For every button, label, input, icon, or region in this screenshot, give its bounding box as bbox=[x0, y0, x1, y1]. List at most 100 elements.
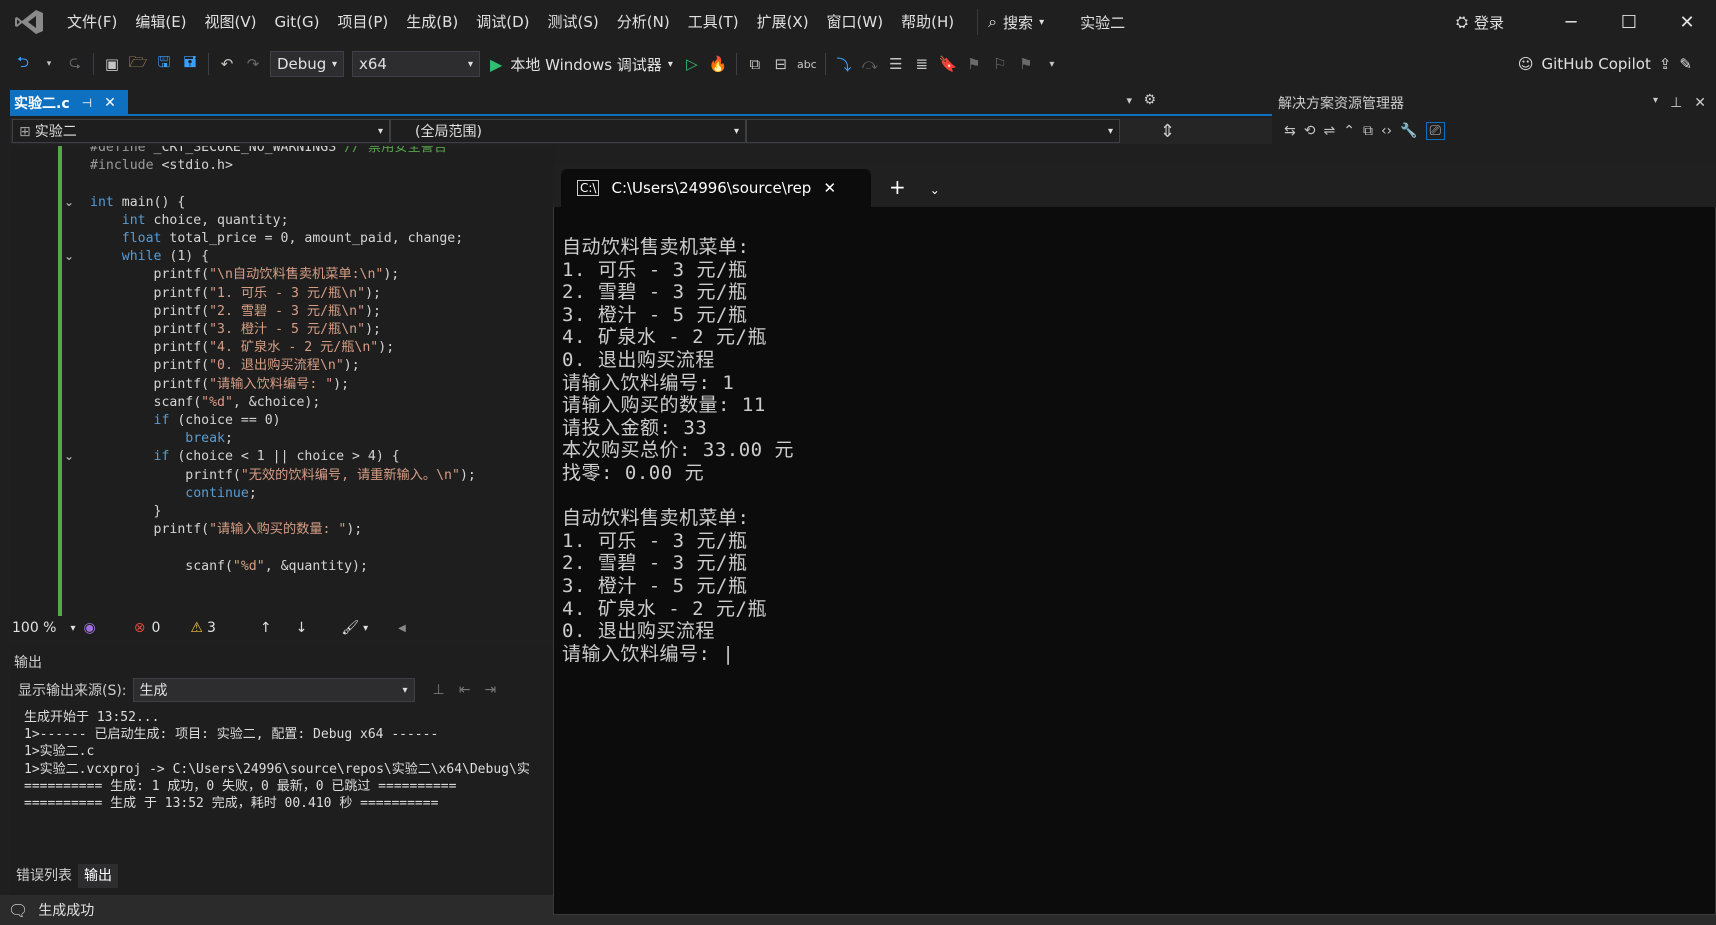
bookmark-icon[interactable]: 🔖 bbox=[936, 52, 960, 76]
navigate-forward-icon[interactable]: ⮎ bbox=[63, 52, 87, 76]
output-source-select[interactable]: 生成 ▾ bbox=[132, 678, 415, 702]
new-tab-icon[interactable]: + bbox=[889, 175, 906, 199]
code-line[interactable]: int choice, quantity; bbox=[90, 211, 289, 231]
brush-icon[interactable]: 🖌 bbox=[341, 620, 359, 636]
visual-studio-logo-icon[interactable] bbox=[14, 9, 44, 35]
menu-item[interactable]: 生成(B) bbox=[397, 8, 467, 36]
start-debugging-button[interactable]: ▶ 本地 Windows 调试器 ▾ bbox=[490, 54, 673, 75]
navigate-back-icon[interactable]: ⮌ bbox=[11, 52, 35, 76]
gear-icon[interactable]: ⚙ bbox=[1143, 92, 1156, 108]
code-line[interactable]: continue; bbox=[90, 484, 256, 504]
indent-icon[interactable]: ☰ bbox=[884, 52, 908, 76]
menu-item[interactable]: 调试(D) bbox=[467, 8, 538, 36]
platform-select[interactable]: x64 ▾ bbox=[352, 51, 480, 77]
menu-item[interactable]: 工具(T) bbox=[679, 8, 748, 36]
feedback-icon[interactable]: ✎ bbox=[1679, 55, 1692, 73]
error-count[interactable]: 0 bbox=[151, 620, 160, 636]
spell-check-icon[interactable]: abc bbox=[795, 52, 819, 76]
warning-count[interactable]: 3 bbox=[207, 620, 216, 636]
arrow-up-icon[interactable]: ↑ bbox=[260, 620, 272, 636]
menu-item[interactable]: 测试(S) bbox=[539, 8, 608, 36]
undo-icon[interactable]: ↶ bbox=[215, 52, 239, 76]
save-icon[interactable]: 🖫 bbox=[152, 52, 176, 76]
share-icon[interactable]: ⇪ bbox=[1659, 55, 1672, 73]
pin-icon[interactable]: ⊥ bbox=[1670, 95, 1682, 111]
window-layout-icon[interactable]: ⊟ bbox=[769, 52, 793, 76]
next-message-icon[interactable]: ⇥ bbox=[484, 682, 496, 698]
code-editor[interactable]: #define _CRT_SECURE_NO_WARNINGS // 禁用安全警… bbox=[10, 146, 555, 616]
maximize-button[interactable]: ☐ bbox=[1600, 0, 1658, 44]
switch-views-icon[interactable]: ⇆ bbox=[1284, 123, 1296, 139]
fold-toggle-icon[interactable]: ⌄ bbox=[64, 449, 74, 463]
tab-list-dropdown-icon[interactable]: ▾ bbox=[1126, 94, 1132, 107]
solution-explorer-icon[interactable]: ⧉ bbox=[743, 52, 767, 76]
open-folder-icon[interactable]: 🗁 bbox=[126, 52, 150, 76]
prev-message-icon[interactable]: ⇤ bbox=[459, 682, 471, 698]
code-line[interactable]: printf("0. 退出购买流程\n"); bbox=[90, 356, 360, 376]
arrow-down-icon[interactable]: ↓ bbox=[296, 620, 308, 636]
code-line[interactable]: scanf("%d", &quantity); bbox=[90, 557, 368, 577]
intellicode-icon[interactable]: ◉ bbox=[84, 620, 96, 636]
menu-item[interactable]: 项目(P) bbox=[329, 8, 398, 36]
chevron-down-icon[interactable]: ▾ bbox=[70, 623, 75, 634]
code-line[interactable]: } bbox=[90, 502, 162, 522]
chevron-down-icon[interactable]: ▾ bbox=[1653, 95, 1658, 111]
code-line[interactable]: float total_price = 0, amount_paid, chan… bbox=[90, 229, 463, 249]
warning-icon[interactable]: ⚠ bbox=[190, 620, 203, 636]
new-project-icon[interactable]: ▣ bbox=[100, 52, 124, 76]
chevron-down-icon[interactable]: ▾ bbox=[363, 623, 368, 634]
code-line[interactable]: printf("\n自动饮料售卖机菜单:\n"); bbox=[90, 265, 400, 285]
login-button[interactable]: ⛭ 登录 bbox=[1456, 12, 1504, 33]
close-icon[interactable]: ✕ bbox=[823, 179, 836, 197]
code-line[interactable]: if (choice == 0) bbox=[90, 411, 281, 431]
member-select[interactable]: ▾ bbox=[746, 119, 1120, 143]
tab-experiment-c[interactable]: 实验二.c ⊣ ✕ bbox=[10, 90, 128, 116]
tab-output[interactable]: 输出 bbox=[78, 864, 118, 888]
code-line[interactable]: scanf("%d", &choice); bbox=[90, 393, 321, 413]
save-all-icon[interactable]: 🖬 bbox=[178, 52, 202, 76]
menu-item[interactable]: 窗口(W) bbox=[818, 8, 893, 36]
bookmark-clear-icon[interactable]: ⚑ bbox=[1014, 52, 1038, 76]
code-line[interactable]: printf("3. 橙汁 - 5 元/瓶\n"); bbox=[90, 320, 381, 340]
hot-reload-icon[interactable]: 🔥 bbox=[706, 52, 730, 76]
minimize-button[interactable]: ─ bbox=[1542, 0, 1600, 44]
zoom-level[interactable]: 100 % bbox=[12, 620, 56, 636]
preview-icon[interactable]: ⎚ bbox=[1425, 122, 1445, 140]
code-line[interactable]: printf("2. 雪碧 - 3 元/瓶\n"); bbox=[90, 302, 381, 322]
code-line[interactable]: printf("无效的饮料编号, 请重新输入。\n"); bbox=[90, 466, 476, 486]
code-line[interactable]: printf("4. 矿泉水 - 2 元/瓶\n"); bbox=[90, 338, 395, 358]
configuration-select[interactable]: Debug ▾ bbox=[270, 51, 344, 77]
code-view-icon[interactable]: ‹› bbox=[1381, 123, 1392, 139]
collapse-all-icon[interactable]: ⌃ bbox=[1343, 123, 1355, 139]
terminal-tab[interactable]: C:\ C:\Users\24996\source\repos\ ✕ bbox=[561, 169, 871, 207]
menu-item[interactable]: 扩展(X) bbox=[748, 8, 818, 36]
code-line[interactable]: #include <stdio.h> bbox=[90, 156, 233, 176]
start-without-debugging-icon[interactable]: ▷ bbox=[680, 52, 704, 76]
project-scope-select[interactable]: ⊞ 实验二 ▾ bbox=[12, 119, 390, 143]
menu-item[interactable]: 编辑(E) bbox=[126, 8, 195, 36]
bookmark-prev-icon[interactable]: ⚑ bbox=[962, 52, 986, 76]
notification-icon[interactable]: 🗨 bbox=[8, 901, 28, 920]
global-scope-select[interactable]: (全局范围) ▾ bbox=[390, 119, 746, 143]
menu-item[interactable]: 帮助(H) bbox=[892, 8, 963, 36]
wrench-icon[interactable]: 🔧 bbox=[1400, 123, 1417, 139]
chevron-down-icon[interactable]: ⌄ bbox=[930, 183, 940, 197]
split-editor-icon[interactable]: ⇕ bbox=[1160, 121, 1175, 142]
comment-icon[interactable]: ≣ bbox=[910, 52, 934, 76]
code-line[interactable]: int main() { bbox=[90, 193, 185, 213]
history-icon[interactable]: ⟲ bbox=[1304, 123, 1316, 139]
menu-item[interactable]: 视图(V) bbox=[196, 8, 266, 36]
sync-icon[interactable]: ⇌ bbox=[1323, 123, 1335, 139]
search-box[interactable]: ⌕ 搜索 ▾ bbox=[977, 9, 1044, 35]
fold-toggle-icon[interactable]: ⌄ bbox=[64, 195, 74, 209]
toolbar-overflow-icon[interactable]: ▾ bbox=[1040, 52, 1064, 76]
tab-error-list[interactable]: 错误列表 bbox=[10, 864, 78, 888]
find-message-icon[interactable]: ⊥ bbox=[433, 682, 445, 698]
code-line[interactable]: printf("请输入购买的数量: "); bbox=[90, 520, 363, 540]
close-icon[interactable]: ✕ bbox=[1694, 95, 1706, 111]
menu-item[interactable]: 文件(F) bbox=[58, 8, 126, 36]
code-line[interactable]: printf("1. 可乐 - 3 元/瓶\n"); bbox=[90, 284, 381, 304]
error-icon[interactable]: ⊗ bbox=[134, 620, 146, 636]
menu-item[interactable]: 分析(N) bbox=[608, 8, 679, 36]
pin-icon[interactable]: ⊣ bbox=[82, 96, 92, 110]
